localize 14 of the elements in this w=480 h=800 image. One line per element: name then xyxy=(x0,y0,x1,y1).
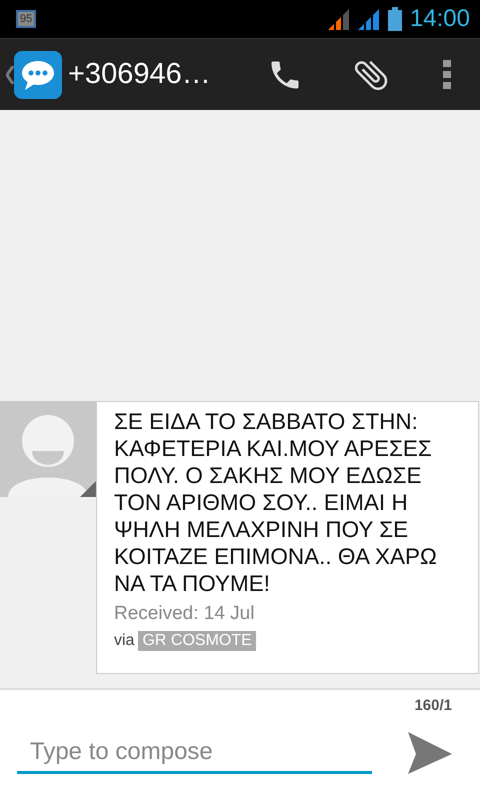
clock: 14:00 xyxy=(410,5,470,33)
contact-title: +306946… xyxy=(68,58,211,91)
notification-badge: 95 xyxy=(16,10,36,28)
message-text: ΣΕ ΕΙΔΑ ΤΟ ΣΑΒΒΑΤΟ ΣΤΗΝ: ΚΑΦΕΤΕΡΙΑ ΚΑΙ.ΜΟΥ ΑΡΕΣΕΣ ΠΟΛΥ. Ο ΣΑΚΗΣ ΜΟΥ ΕΔΩΣΕ ΤΟΝ ΑΡΙΘΜΟ ΣΟΥ.. ΕΙΜΑΙ Η ΨΗΛΗ ΜΕΛΑΧΡΙΝΗ ΠΟΥ ΣΕ ΚΟΙΤΑΖΕ ΕΠΙΜΟΝΑ.. ΘΑ ΧΑΡΩ ΝΑ ΤΑ ΠΟΥΜΕ! xyxy=(114,408,438,597)
back-icon[interactable] xyxy=(6,66,14,84)
chat-bubble-icon xyxy=(14,50,62,98)
via-label: via xyxy=(114,632,134,650)
signal-icon xyxy=(358,8,380,30)
received-date: Received: 14 Jul xyxy=(114,603,256,625)
overflow-menu-icon[interactable] xyxy=(443,60,451,90)
carrier-tag: GR COSMOTE xyxy=(138,631,256,651)
signal-icon xyxy=(328,8,350,30)
character-counter: 160/1 xyxy=(414,697,452,714)
battery-icon xyxy=(388,7,402,31)
